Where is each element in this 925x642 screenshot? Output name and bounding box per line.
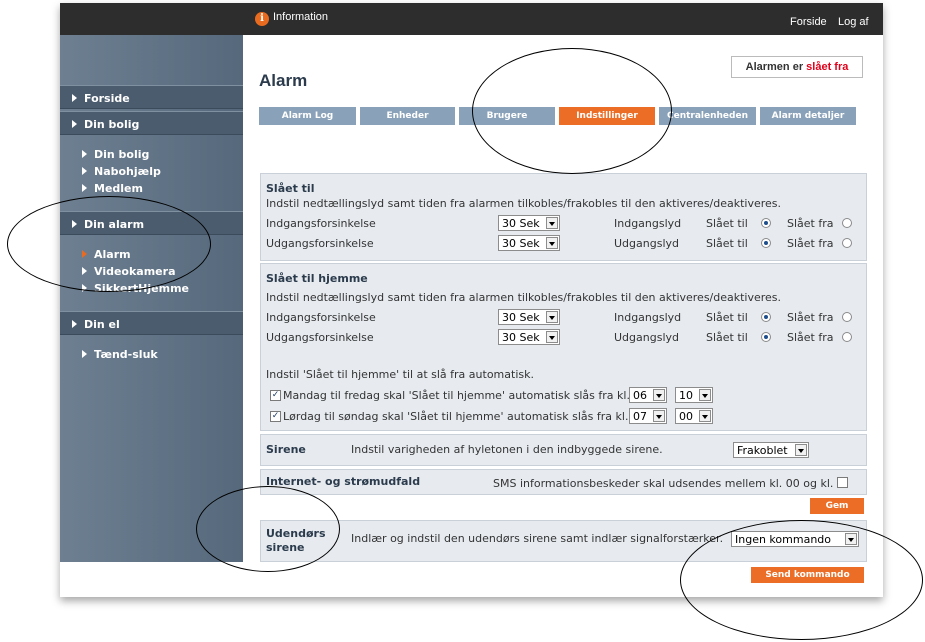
annotation-ellipse bbox=[7, 196, 211, 292]
chevron-down-icon bbox=[546, 217, 558, 229]
logout-link[interactable]: Log af bbox=[838, 16, 869, 28]
section-title: Slået til hjemme bbox=[266, 272, 368, 285]
chevron-right-icon bbox=[82, 350, 87, 358]
section-title: Sirene bbox=[266, 443, 306, 456]
radio-on-label: Slået til bbox=[706, 217, 748, 230]
chevron-right-icon bbox=[72, 94, 77, 102]
browser-frame: i Information Forside Log af Forside Din… bbox=[60, 3, 883, 597]
radio-off-label: Slået fra bbox=[787, 331, 834, 344]
sidebar-item-din-bolig[interactable]: Din bolig bbox=[72, 118, 139, 131]
radio-off-label: Slået fra bbox=[787, 237, 834, 250]
siren-duration-select[interactable]: Frakoblet bbox=[733, 442, 809, 458]
chevron-down-icon bbox=[546, 237, 558, 249]
annotation-ellipse bbox=[680, 520, 923, 640]
sidebar-subitem-taend-sluk[interactable]: Tænd-sluk bbox=[82, 348, 158, 361]
top-bar: i Information Forside Log af bbox=[60, 3, 883, 35]
weekend-checkbox[interactable]: ✓ bbox=[270, 411, 281, 422]
chevron-down-icon bbox=[546, 311, 558, 323]
weekday-minute-select[interactable]: 10 bbox=[675, 387, 713, 403]
exit-sound-on-radio[interactable] bbox=[761, 238, 771, 248]
weekend-hour-select[interactable]: 07 bbox=[629, 408, 667, 424]
chevron-down-icon bbox=[699, 410, 711, 422]
chevron-right-icon bbox=[82, 184, 87, 192]
chevron-right-icon bbox=[72, 120, 77, 128]
radio-on-label: Slået til bbox=[706, 237, 748, 250]
entry-delay-label: Indgangsforsinkelse bbox=[266, 311, 376, 324]
section-description: Indlær og indstil den udendørs sirene sa… bbox=[351, 532, 724, 545]
chevron-down-icon bbox=[795, 444, 807, 456]
entry-sound-label: Indgangslyd bbox=[614, 311, 682, 324]
weekday-hour-select[interactable]: 06 bbox=[629, 387, 667, 403]
alarm-status-badge: Alarmen er slået fra bbox=[731, 56, 863, 78]
sms-checkbox[interactable] bbox=[837, 477, 848, 488]
section-description: Indstil varigheden af hyletonen i den in… bbox=[351, 443, 663, 456]
entry-sound-label: Indgangslyd bbox=[614, 217, 682, 230]
entry-sound-off-radio[interactable] bbox=[842, 218, 852, 228]
chevron-right-icon bbox=[72, 320, 77, 328]
section-description: SMS informationsbeskeder skal udsendes m… bbox=[493, 477, 844, 490]
annotation-ellipse bbox=[196, 486, 340, 572]
section-title: Internet- og strømudfald bbox=[266, 475, 421, 488]
tab-centralenheden[interactable]: Centralenheden bbox=[659, 107, 756, 125]
sidebar-item-din-el[interactable]: Din el bbox=[72, 318, 120, 331]
home-exit-sound-off-radio[interactable] bbox=[842, 332, 852, 342]
entry-delay-label: Indgangsforsinkelse bbox=[266, 217, 376, 230]
annotation-ellipse bbox=[472, 48, 672, 174]
radio-off-label: Slået fra bbox=[787, 311, 834, 324]
chevron-down-icon bbox=[653, 389, 665, 401]
exit-delay-select[interactable]: 30 Sek bbox=[498, 235, 560, 251]
section-armed-home: Slået til hjemme Indstil nedtællingslyd … bbox=[260, 263, 867, 431]
weekday-label: Mandag til fredag skal 'Slået til hjemme… bbox=[283, 389, 630, 402]
radio-on-label: Slået til bbox=[706, 311, 748, 324]
weekday-checkbox[interactable]: ✓ bbox=[270, 390, 281, 401]
radio-on-label: Slået til bbox=[706, 331, 748, 344]
tab-alarm-log[interactable]: Alarm Log bbox=[259, 107, 356, 125]
exit-sound-label: Udgangslyd bbox=[614, 237, 679, 250]
chevron-down-icon bbox=[546, 331, 558, 343]
chevron-down-icon bbox=[653, 410, 665, 422]
section-title: Slået til bbox=[266, 182, 315, 195]
info-icon[interactable]: i bbox=[255, 12, 269, 26]
home-entry-sound-on-radio[interactable] bbox=[761, 312, 771, 322]
chevron-right-icon bbox=[82, 150, 87, 158]
chevron-down-icon bbox=[699, 389, 711, 401]
auto-disarm-text: Indstil 'Slået til hjemme' til at slå fr… bbox=[266, 368, 534, 381]
home-exit-delay-select[interactable]: 30 Sek bbox=[498, 329, 560, 345]
weekend-label: Lørdag til søndag skal 'Slået til hjemme… bbox=[283, 410, 629, 423]
section-armed: Slået til Indstil nedtællingslyd samt ti… bbox=[260, 173, 867, 261]
sidebar-subitem-nabohjaelp[interactable]: Nabohjælp bbox=[82, 165, 161, 178]
sidebar-subitem-din-bolig[interactable]: Din bolig bbox=[82, 148, 149, 161]
entry-delay-select[interactable]: 30 Sek bbox=[498, 215, 560, 231]
page-title: Alarm bbox=[259, 71, 308, 90]
section-description: Indstil nedtællingslyd samt tiden fra al… bbox=[266, 197, 782, 210]
exit-sound-off-radio[interactable] bbox=[842, 238, 852, 248]
section-description: Indstil nedtællingslyd samt tiden fra al… bbox=[266, 291, 782, 304]
info-link[interactable]: Information bbox=[273, 11, 328, 23]
radio-off-label: Slået fra bbox=[787, 217, 834, 230]
home-exit-sound-on-radio[interactable] bbox=[761, 332, 771, 342]
exit-sound-label: Udgangslyd bbox=[614, 331, 679, 344]
home-entry-delay-select[interactable]: 30 Sek bbox=[498, 309, 560, 325]
weekend-minute-select[interactable]: 00 bbox=[675, 408, 713, 424]
home-link[interactable]: Forside bbox=[790, 16, 827, 28]
tab-alarm-detaljer[interactable]: Alarm detaljer bbox=[760, 107, 856, 125]
section-power-outage: Internet- og strømudfald SMS information… bbox=[260, 469, 867, 495]
entry-sound-on-radio[interactable] bbox=[761, 218, 771, 228]
home-entry-sound-off-radio[interactable] bbox=[842, 312, 852, 322]
exit-delay-label: Udgangsforsinkelse bbox=[266, 237, 374, 250]
sidebar-subitem-medlem[interactable]: Medlem bbox=[82, 182, 143, 195]
section-siren: Sirene Indstil varigheden af hyletonen i… bbox=[260, 434, 867, 466]
exit-delay-label: Udgangsforsinkelse bbox=[266, 331, 374, 344]
tab-enheder[interactable]: Enheder bbox=[360, 107, 455, 125]
save-button[interactable]: Gem bbox=[810, 498, 864, 514]
sidebar-item-forside[interactable]: Forside bbox=[72, 92, 130, 105]
chevron-right-icon bbox=[82, 167, 87, 175]
sidebar: Forside Din bolig Din bolig Nabohjælp Me… bbox=[60, 35, 243, 562]
